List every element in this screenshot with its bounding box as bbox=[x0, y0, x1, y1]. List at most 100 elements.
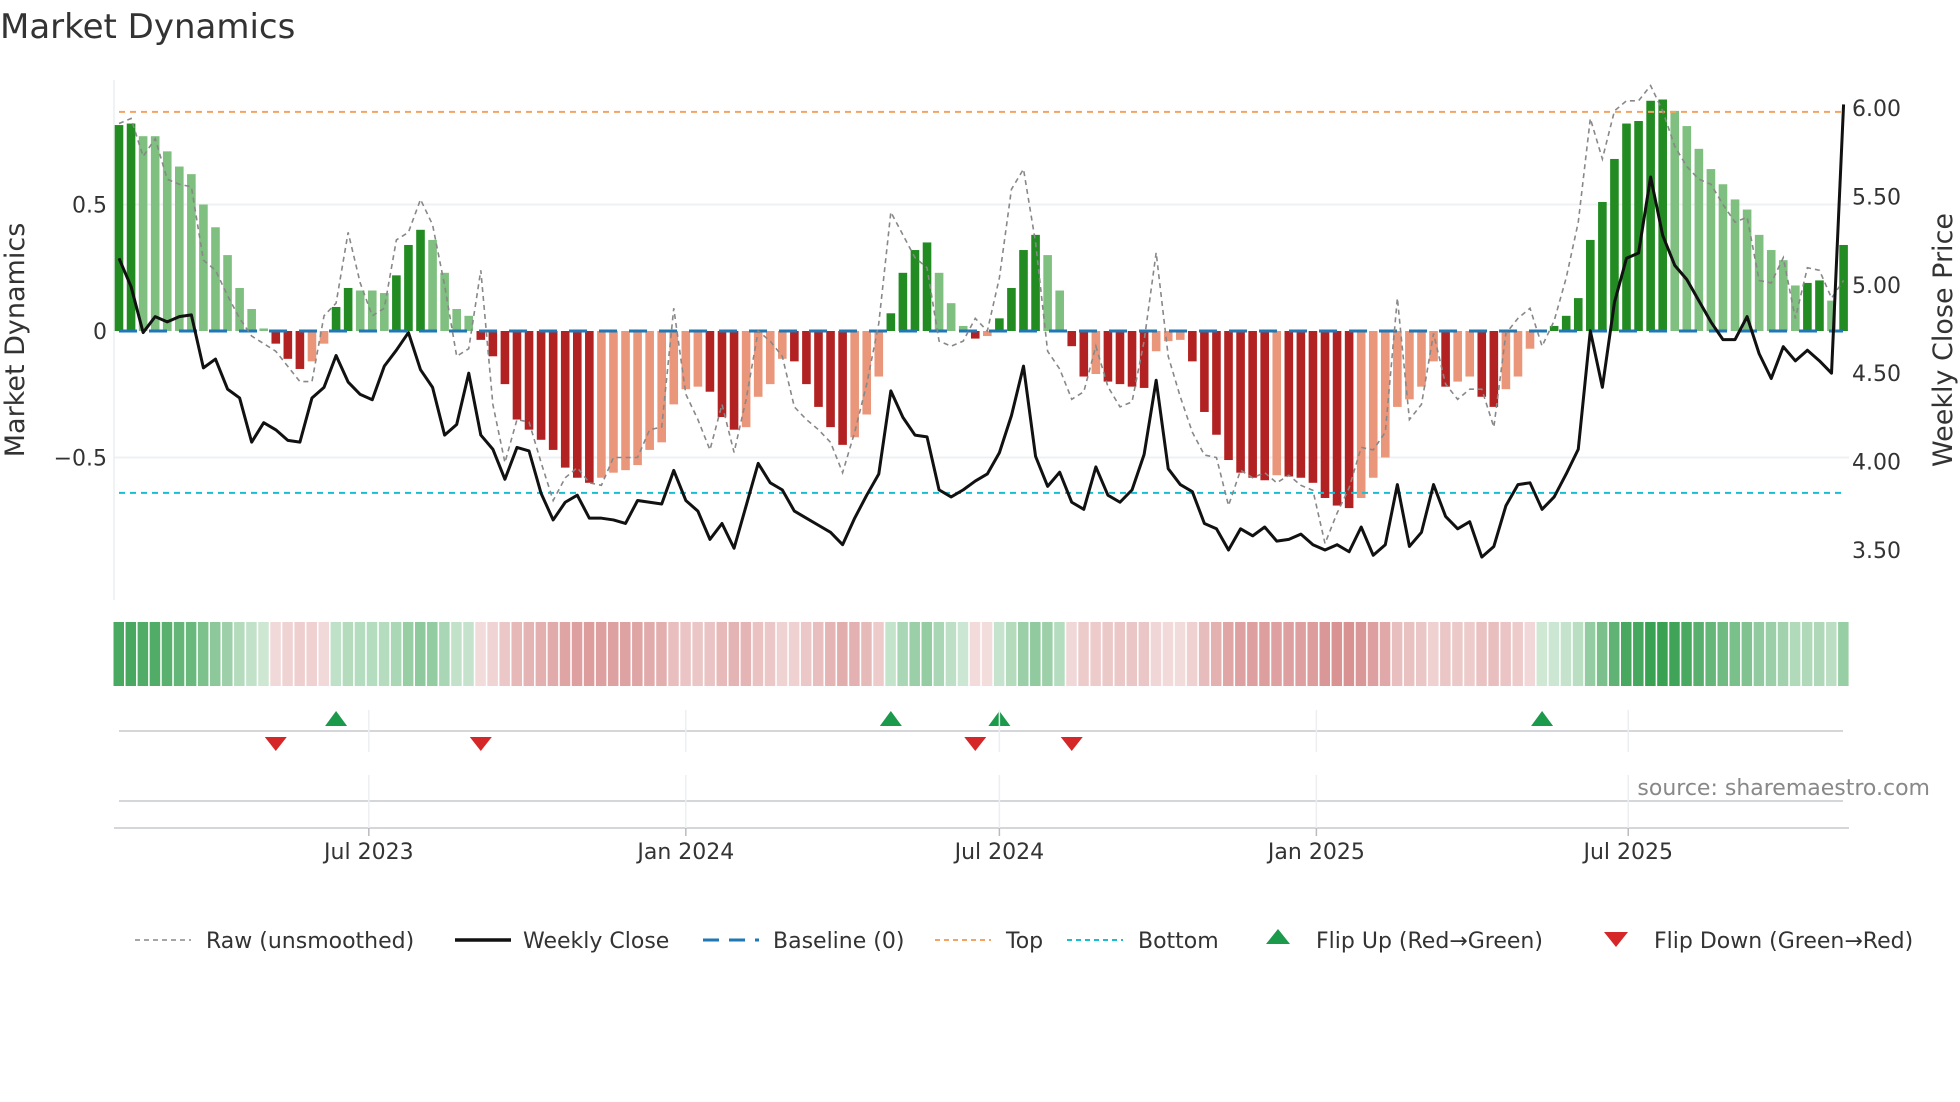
momentum-bar bbox=[1115, 331, 1125, 385]
heatmap-cell bbox=[981, 622, 993, 686]
heatmap-cell bbox=[282, 622, 293, 686]
heatmap-cell bbox=[728, 622, 740, 686]
heatmap-cell bbox=[680, 622, 691, 686]
momentum-bar bbox=[548, 331, 558, 450]
heatmap-cell bbox=[318, 622, 330, 686]
momentum-bar bbox=[1284, 331, 1294, 477]
heatmap-cell bbox=[656, 622, 667, 686]
x-tick-label: Jan 2025 bbox=[1266, 840, 1365, 865]
momentum-bar bbox=[235, 287, 244, 331]
momentum-bar bbox=[1465, 331, 1475, 377]
x-tick-label: Jul 2025 bbox=[1581, 840, 1673, 865]
heatmap-cell bbox=[1789, 622, 1801, 686]
momentum-bar bbox=[187, 174, 196, 331]
heatmap-cell bbox=[1693, 622, 1704, 686]
momentum-bar bbox=[778, 331, 787, 359]
momentum-bar bbox=[874, 331, 884, 377]
momentum-bar bbox=[367, 290, 377, 331]
heatmap-cell bbox=[1608, 622, 1620, 686]
heatmap-cell bbox=[258, 622, 269, 686]
left-tick-label: 0.5 bbox=[72, 194, 107, 219]
heatmap-cell bbox=[1102, 622, 1113, 686]
momentum-bar bbox=[862, 331, 872, 415]
momentum-bar bbox=[1405, 331, 1414, 400]
heatmap-cell bbox=[173, 622, 185, 686]
heatmap-cell bbox=[1223, 622, 1234, 686]
momentum-bar bbox=[560, 331, 570, 468]
momentum-bar bbox=[705, 331, 715, 392]
heatmap-cell bbox=[945, 622, 957, 686]
momentum-bar bbox=[1188, 331, 1197, 362]
heatmap-cell bbox=[1126, 622, 1138, 686]
heatmap-cell bbox=[861, 622, 872, 686]
heatmap-cell bbox=[752, 622, 764, 686]
momentum-bar bbox=[175, 166, 184, 331]
heatmap-cell bbox=[161, 622, 173, 686]
momentum-bar bbox=[790, 331, 799, 362]
momentum-bar bbox=[1682, 126, 1692, 331]
momentum-bar bbox=[271, 331, 281, 344]
flip-up-marker bbox=[1531, 711, 1554, 726]
heatmap-cell bbox=[270, 622, 281, 686]
heatmap-cell bbox=[1801, 622, 1813, 686]
heatmap-cell bbox=[1331, 622, 1343, 686]
momentum-bar bbox=[1091, 331, 1101, 375]
momentum-bar bbox=[1260, 331, 1269, 481]
heatmap-cell bbox=[1440, 622, 1451, 686]
momentum-bar bbox=[283, 331, 293, 359]
momentum-bar bbox=[1803, 282, 1812, 331]
momentum-bar bbox=[1441, 331, 1450, 387]
heatmap-cell bbox=[885, 622, 896, 686]
heatmap-cell bbox=[571, 622, 583, 686]
left-axis-ticks: 0.5 0 −0.5 bbox=[54, 194, 107, 472]
heatmap-cell bbox=[1633, 622, 1644, 686]
momentum-bar bbox=[488, 331, 498, 357]
right-tick-label: 4.00 bbox=[1852, 451, 1901, 476]
heatmap-cell bbox=[1428, 622, 1439, 686]
heatmap-cell bbox=[897, 622, 908, 686]
momentum-bar bbox=[1272, 331, 1282, 476]
momentum-bar bbox=[1525, 331, 1535, 349]
momentum-bar bbox=[886, 313, 896, 331]
heatmap-cell bbox=[1271, 622, 1282, 686]
heatmap-cell bbox=[1295, 622, 1306, 686]
momentum-bar bbox=[1730, 199, 1740, 331]
legend-label: Top bbox=[1005, 929, 1043, 954]
momentum-bar bbox=[428, 239, 437, 331]
x-axis: Jul 2023 Jan 2024 Jul 2024 Jan 2025 Jul 2025 bbox=[114, 710, 1849, 865]
heatmap-cell bbox=[1476, 622, 1487, 686]
momentum-bar bbox=[1368, 331, 1378, 478]
momentum-bar bbox=[1344, 331, 1354, 509]
series-lines bbox=[117, 84, 1846, 559]
momentum-bar bbox=[1356, 331, 1366, 498]
heatmap-cell bbox=[1162, 622, 1174, 686]
heatmap-cell bbox=[1235, 622, 1246, 686]
heatmap-cell bbox=[788, 622, 800, 686]
heatmap-cell bbox=[1488, 622, 1499, 686]
flip-up-icon bbox=[1266, 929, 1290, 944]
heatmap-cell bbox=[439, 622, 450, 686]
momentum-bar bbox=[1200, 331, 1209, 412]
heatmap-cell bbox=[933, 622, 945, 686]
heatmap-cell bbox=[1548, 622, 1560, 686]
momentum-bar bbox=[1586, 239, 1595, 331]
heatmap-cell bbox=[1343, 622, 1355, 686]
momentum-bar bbox=[729, 331, 739, 430]
momentum-bar bbox=[826, 331, 835, 428]
heatmap-cell bbox=[1596, 622, 1608, 686]
heatmap-cell bbox=[330, 622, 342, 686]
momentum-bar bbox=[1815, 280, 1824, 331]
heatmap-cell bbox=[1030, 622, 1041, 686]
momentum-bar bbox=[681, 331, 691, 390]
heatmap-cell bbox=[463, 622, 474, 686]
heatmap-cell bbox=[849, 622, 860, 686]
right-tick-label: 3.50 bbox=[1852, 539, 1901, 564]
flip-markers-panel bbox=[119, 711, 1843, 802]
momentum-bar bbox=[1296, 331, 1306, 478]
heatmap-cell bbox=[1524, 622, 1536, 686]
momentum-bar bbox=[150, 136, 160, 331]
momentum-bar bbox=[114, 125, 124, 331]
momentum-bar bbox=[910, 250, 920, 331]
legend-item-close: Weekly Close bbox=[455, 929, 669, 954]
heatmap-cell bbox=[595, 622, 607, 686]
